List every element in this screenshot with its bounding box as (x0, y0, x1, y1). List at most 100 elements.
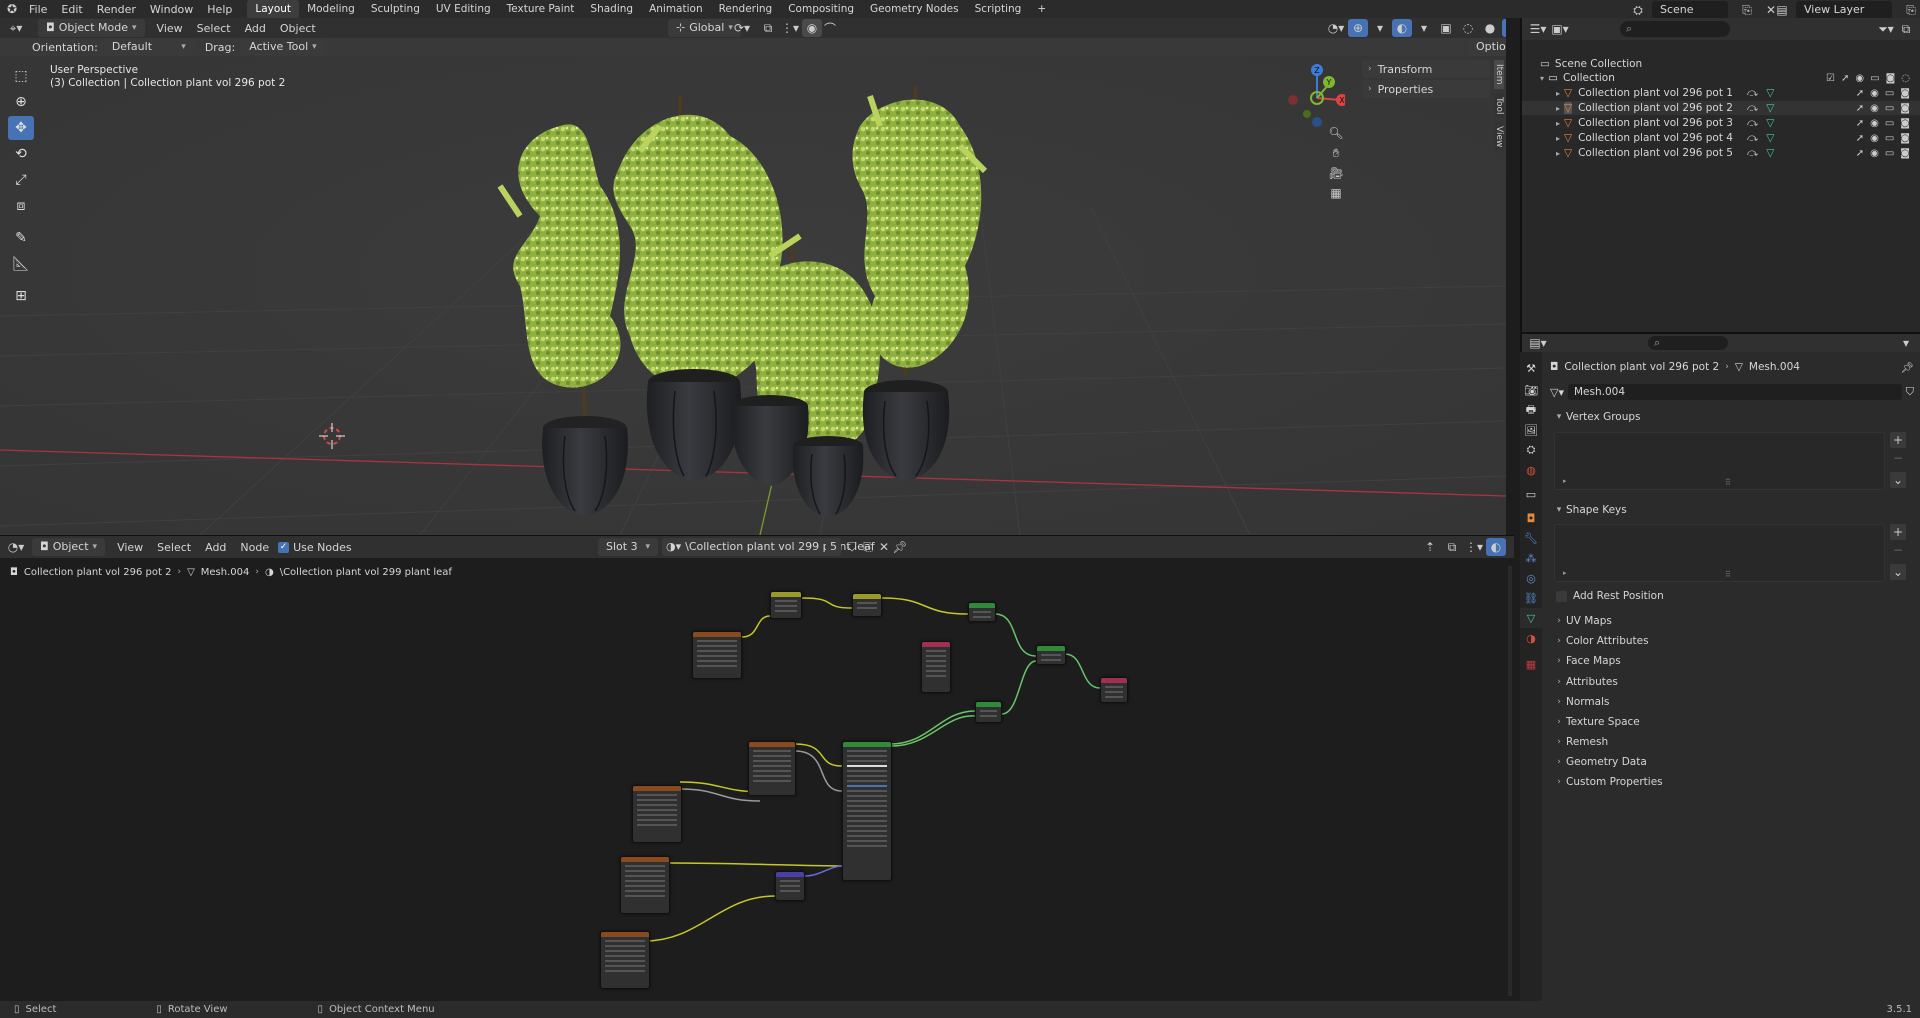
selectable-arrow-icon[interactable]: ➚ (1841, 73, 1849, 84)
properties-panel-header[interactable]: › Properties (1362, 80, 1490, 98)
shading-solid-icon[interactable]: ● (1480, 19, 1500, 37)
vertex-groups-list[interactable]: ▸ ⠿ (1554, 432, 1885, 490)
add-workspace-button[interactable]: + (1029, 0, 1054, 19)
properties-options-icon[interactable]: ▾ (1896, 334, 1916, 352)
color-node[interactable] (852, 593, 882, 617)
tab-item[interactable]: Item (1494, 60, 1504, 89)
tab-sculpting[interactable]: Sculpting (363, 0, 428, 19)
overlay-dropdown-icon[interactable]: ▾ (1414, 19, 1434, 37)
scale-tool-icon[interactable]: ⤢ (8, 168, 34, 192)
camera-icon[interactable]: ◙ (1900, 118, 1910, 129)
mix-shader-node[interactable] (1036, 645, 1066, 665)
outliner-item-active[interactable]: ▸ ▽ Collection plant vol 296 pot 2 ⤼ ▽ ➚ ◉ ▭ ◙ (1522, 101, 1920, 115)
drag-dropdown[interactable]: Active Tool ▾ (241, 38, 325, 56)
scene-tab-icon[interactable]: ⛭ (1520, 440, 1542, 460)
outliner-item[interactable]: ▸ ▽ Collection plant vol 296 pot 3 ⤼ ▽ ➚ ◉ ▭ ◙ (1522, 116, 1920, 130)
monitor-icon[interactable]: ▭ (1885, 133, 1894, 144)
remove-vertex-group-button[interactable]: − (1890, 450, 1906, 466)
vertex-group-specials-icon[interactable]: ⌄ (1890, 472, 1906, 488)
add-rest-position-checkbox[interactable]: Add Rest Position (1556, 590, 1664, 602)
mesh-name-field[interactable]: Mesh.004 (1567, 384, 1902, 400)
texture-node[interactable] (692, 631, 742, 679)
texture-space-panel-header[interactable]: › Texture Space (1552, 712, 1908, 731)
cursor-tool-icon[interactable]: ⊕ (8, 90, 34, 114)
transform-panel-header[interactable]: › Transform (1362, 60, 1490, 78)
shading-material-icon[interactable]: ◍ (1502, 19, 1506, 37)
tab-geometry-nodes[interactable]: Geometry Nodes (862, 0, 967, 19)
viewport-menu-select[interactable]: Select (190, 22, 238, 35)
plant-model[interactable] (497, 85, 988, 518)
attributes-panel-header[interactable]: › Attributes (1552, 672, 1908, 691)
new-view-layer-icon[interactable]: ⎘ (1901, 1, 1920, 19)
checkbox-icon[interactable]: ☑ (1826, 73, 1835, 84)
blender-logo-icon[interactable]: ✪ (2, 0, 22, 18)
viewport-menu-object[interactable]: Object (273, 22, 323, 35)
ortho-grid-icon[interactable]: ▦ (1326, 184, 1346, 202)
camera-icon[interactable]: ◙ (1900, 148, 1910, 159)
scene-icon[interactable]: ⛭ (1628, 1, 1648, 19)
collection-row[interactable]: ▾ ▭ Collection ☑ ➚ ◉ ▭ ◙ ◌ (1522, 71, 1920, 85)
tab-rendering[interactable]: Rendering (711, 0, 781, 19)
eye-icon[interactable]: ◉ (1855, 73, 1864, 84)
transform-tool-icon[interactable]: ⧈ (8, 194, 34, 218)
menu-render[interactable]: Render (90, 3, 143, 16)
orientation-dropdown[interactable]: Default ▾ (103, 38, 194, 56)
add-cube-tool-icon[interactable]: ⊞ (8, 284, 34, 308)
rotate-tool-icon[interactable]: ⟲ (8, 142, 34, 166)
shader-node[interactable] (975, 701, 1002, 723)
color-attributes-panel-header[interactable]: › Color Attributes (1552, 631, 1908, 650)
view-layer-tab-icon[interactable]: 🖼︎ (1520, 420, 1542, 440)
shape-keys-panel-header[interactable]: ▾ Shape Keys (1552, 500, 1908, 519)
outliner-search-input[interactable]: ⌕ (1620, 21, 1730, 37)
snap-icon[interactable]: ⧉ (758, 19, 778, 37)
zoom-icon[interactable]: 🔍︎ (1326, 124, 1346, 142)
tab-shading[interactable]: Shading (582, 0, 641, 19)
menu-window[interactable]: Window (143, 3, 200, 16)
monitor-icon[interactable]: ▭ (1885, 103, 1894, 114)
pivot-icon[interactable]: ⟳▾ (732, 19, 752, 37)
outliner-item[interactable]: ▸ ▽ Collection plant vol 296 pot 1 ⤼ ▽ ➚ ◉ ▭ ◙ (1522, 86, 1920, 100)
collection-tab-icon[interactable]: ▭ (1520, 484, 1542, 504)
list-expand-icon[interactable]: ▸ (1563, 569, 1567, 577)
particles-tab-icon[interactable]: ⁂ (1520, 548, 1542, 568)
texture-node[interactable] (620, 856, 670, 914)
view-layer-field[interactable]: View Layer (1796, 1, 1892, 19)
overlay-toggle-icon[interactable]: ◐ (1392, 19, 1412, 37)
geometry-data-panel-header[interactable]: › Geometry Data (1552, 752, 1908, 771)
shader-editor[interactable]: ◔▾ ◘ Object ▾ View Select Add Node ✓ Use No… (0, 535, 1514, 1001)
monitor-icon[interactable]: ▭ (1870, 73, 1879, 84)
tab-animation[interactable]: Animation (641, 0, 711, 19)
add-vertex-group-button[interactable]: + (1890, 432, 1906, 448)
scene-collection-row[interactable]: ▭ Scene Collection (1522, 57, 1920, 71)
tab-view[interactable]: View (1494, 121, 1504, 152)
holdout-icon[interactable]: ◌ (1901, 73, 1910, 84)
filter-icon[interactable]: ⏷▾ (1876, 20, 1896, 38)
eye-icon[interactable]: ◉ (1870, 133, 1879, 144)
eye-icon[interactable]: ◉ (1870, 148, 1879, 159)
annotate-tool-icon[interactable]: ✎ (8, 226, 34, 250)
selectable-arrow-icon[interactable]: ➚ (1856, 133, 1864, 144)
list-expand-icon[interactable]: ▸ (1563, 477, 1567, 485)
camera-view-icon[interactable]: 🎥︎ (1326, 164, 1346, 182)
eye-icon[interactable]: ◉ (1870, 118, 1879, 129)
add-shape-key-button[interactable]: + (1890, 524, 1906, 540)
selectable-arrow-icon[interactable]: ➚ (1856, 88, 1864, 99)
visibility-icon[interactable]: ◔▾ (1326, 19, 1346, 37)
normals-panel-header[interactable]: › Normals (1552, 692, 1908, 711)
scene-field[interactable]: Scene (1652, 1, 1728, 19)
selectable-arrow-icon[interactable]: ➚ (1856, 148, 1864, 159)
new-collection-icon[interactable]: ⧉ (1896, 20, 1916, 38)
camera-icon[interactable]: ◙ (1900, 133, 1910, 144)
material-output-node[interactable] (1100, 677, 1128, 703)
normal-map-node[interactable] (775, 871, 805, 901)
texture-node[interactable] (600, 931, 650, 989)
selectable-arrow-icon[interactable]: ➚ (1856, 103, 1864, 114)
tab-compositing[interactable]: Compositing (780, 0, 862, 19)
editor-type-icon[interactable]: ⌖▾ (6, 19, 26, 37)
material-tab-icon[interactable]: ◑ (1520, 628, 1542, 648)
camera-icon[interactable]: ◙ (1886, 73, 1896, 84)
object-tab-icon[interactable]: ◘ (1520, 508, 1542, 528)
viewport-menu-add[interactable]: Add (238, 22, 273, 35)
tab-modeling[interactable]: Modeling (299, 0, 363, 19)
proportional-edit-icon[interactable]: ◉ (802, 19, 822, 37)
